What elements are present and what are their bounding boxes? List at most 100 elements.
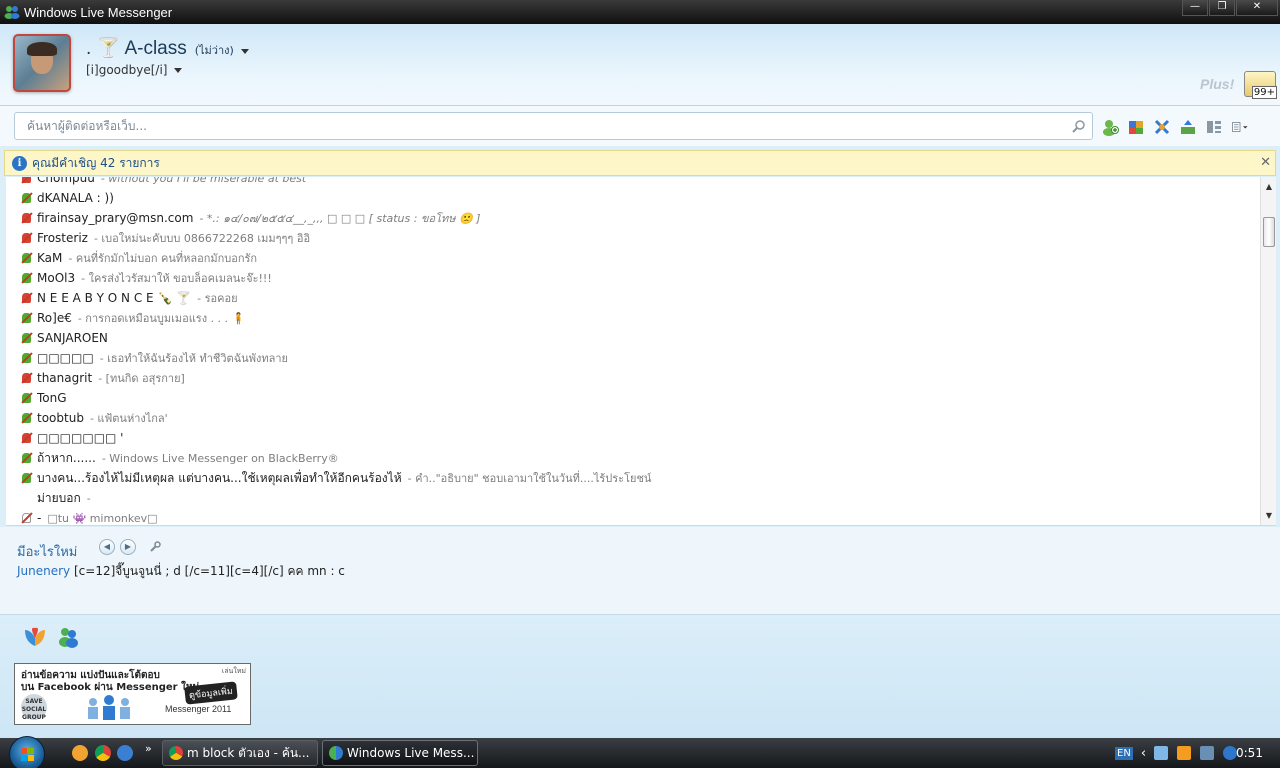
quicklaunch-more-icon[interactable]: » (145, 742, 152, 755)
display-name-row[interactable]: . 🍸 A-class (ไม่ว่าง) (86, 36, 249, 60)
contact-row[interactable]: ม่ายบอก - (6, 488, 1260, 508)
contact-row[interactable]: MoOl3 - ใครส่งไวรัสมาให้ ขอบล็อคเมลนะจ๊ะ!… (6, 268, 1260, 288)
presence-busy-icon (20, 291, 33, 305)
share-icon[interactable] (1179, 118, 1197, 136)
contact-message: - รอคอย (197, 292, 238, 305)
scroll-thumb[interactable] (1263, 217, 1275, 247)
minimize-button[interactable]: — (1182, 0, 1208, 16)
contact-row[interactable]: Ro]e€ - การกอดเหมือนบูมเมอแรง . . . 🧍 (6, 308, 1260, 328)
contact-scrollbar[interactable]: ▲ ▼ (1260, 177, 1276, 525)
window-controls: — ❐ ✕ (1181, 0, 1278, 16)
contact-row[interactable]: ถ้าหาก...... - Windows Live Messenger on … (6, 448, 1260, 468)
maximize-button[interactable]: ❐ (1209, 0, 1235, 16)
notification-text[interactable]: คุณมีคำเชิญ 42 รายการ (32, 154, 160, 173)
games-icon[interactable] (1127, 118, 1145, 136)
tray-expand-icon[interactable]: ‹ (1141, 746, 1146, 761)
messenger-icon (329, 746, 343, 760)
avatar[interactable] (13, 34, 71, 92)
plus-logo[interactable]: Plus! (1200, 76, 1234, 92)
contact-row[interactable]: thanagrit - [ทนกิด อสุรกาย] (6, 368, 1260, 388)
layout-icon[interactable] (1205, 118, 1223, 136)
notification-close-icon[interactable]: ✕ (1260, 155, 1271, 170)
presence-busy-icon (20, 371, 33, 385)
contact-row[interactable]: firainsay_prary@msn.com - *.: ๑๔/๐๗/๒๕๕๔_… (6, 208, 1260, 228)
quicklaunch-ie-icon[interactable] (117, 745, 133, 761)
taskbar-item-messenger[interactable]: Windows Live Mess... (322, 740, 478, 766)
quicklaunch-avast-icon[interactable] (72, 745, 88, 761)
ad-banner[interactable]: เล่นใหม่ อ่านข้อความ แบ่งปันและโต้ตอบ บน… (14, 663, 251, 725)
download-icon[interactable] (1223, 746, 1238, 760)
contact-name: □□□□□ (37, 351, 94, 365)
language-indicator[interactable]: EN (1115, 746, 1133, 760)
personal-message-dropdown-icon[interactable] (174, 67, 183, 73)
contact-message: - การกอดเหมือนบูมเมอแรง . . . 🧍 (77, 312, 246, 325)
close-button[interactable]: ✕ (1236, 0, 1278, 16)
ad-save-badge: SAVE SOCIAL GROUP (21, 694, 47, 721)
clock[interactable]: 0:51 (1236, 746, 1263, 760)
messenger-people-icon[interactable] (57, 626, 79, 648)
msn-butterfly-icon[interactable] (23, 626, 47, 648)
contact-row[interactable]: - □tu 👾 mimonkev□ (6, 508, 1260, 525)
contact-message: - เธอทำให้ฉันร้องไห้ ทำชีวิตฉันพังทลาย (99, 352, 288, 365)
presence-online-icon (20, 251, 33, 265)
contact-message: - *.: ๑๔/๐๗/๒๕๕๔__,_,,, □ □ □ [ status :… (199, 212, 481, 225)
contact-message: - แฟ้ตนห่างไกล' (89, 412, 168, 425)
ad-cta-button[interactable]: ดูข้อมูลเพิ่ม (184, 681, 238, 705)
ad-brand: Messenger 2011 (165, 704, 232, 714)
mail-icon[interactable]: 99+ (1244, 71, 1277, 99)
contact-message: - คนที่รักมักไม่บอก คนที่หลอกมักบอกรัก (68, 252, 258, 265)
contact-row[interactable]: N E E A B Y O N C E 🍾 🍸 - รอคอย (6, 288, 1260, 308)
contact-row[interactable]: dKANALA : )) (6, 188, 1260, 208)
contact-row[interactable]: □□□□□ - เธอทำให้ฉันร้องไห้ ทำชีวิตฉันพังท… (6, 348, 1260, 368)
personal-message: [i]goodbye[/i] (86, 63, 168, 77)
presence-busy-icon (20, 231, 33, 245)
contact-row[interactable]: SANJAROEN (6, 328, 1260, 348)
contact-row[interactable]: toobtub - แฟ้ตนห่างไกล' (6, 408, 1260, 428)
mail-count-badge: 99+ (1251, 86, 1277, 99)
activities-icon[interactable] (1153, 118, 1171, 136)
start-button[interactable] (9, 736, 45, 768)
profile-header: . 🍸 A-class (ไม่ว่าง) [i]goodbye[/i] Plu… (0, 24, 1280, 106)
contact-name: MoOl3 (37, 271, 76, 285)
contact-name: dKANALA : )) (37, 191, 114, 205)
contact-message: - [ทนกิด อสุรกาย] (98, 372, 185, 385)
contact-name: toobtub (37, 411, 84, 425)
contact-name: KaM (37, 251, 63, 265)
invitation-notification[interactable]: i คุณมีคำเชิญ 42 รายการ ✕ (4, 150, 1276, 176)
contact-name: ถ้าหาก...... (37, 450, 96, 465)
contact-message: - Windows Live Messenger on BlackBerry® (101, 451, 339, 465)
whats-new-next-button[interactable]: ▶ (120, 539, 136, 555)
status-dropdown-icon[interactable] (240, 49, 249, 54)
contact-row[interactable]: บางคน...ร้องไห้ไม่มีเหตุผล แต่บางคน...ใช… (6, 468, 1260, 488)
search-box (14, 112, 1093, 140)
contact-name: Ro]e€ (37, 311, 72, 325)
network-icon[interactable] (1154, 746, 1169, 760)
contact-row[interactable]: TonG (6, 388, 1260, 408)
media-icon[interactable] (1177, 746, 1192, 760)
presence-busy-icon (20, 211, 33, 225)
contact-row[interactable]: KaM - คนที่รักมักไม่บอก คนที่หลอกมักบอกรั… (6, 248, 1260, 268)
contact-row[interactable]: Frosteriz - เบอใหม่นะคับบบ 0866722268 เมม… (6, 228, 1260, 248)
search-icon[interactable] (1072, 119, 1086, 133)
ad-headline-2: บน Facebook ผ่าน Messenger ใหม่ (21, 682, 200, 693)
whats-new-prev-button[interactable]: ◀ (99, 539, 115, 555)
search-bar (0, 106, 1280, 146)
search-input[interactable] (15, 113, 1045, 139)
quicklaunch-chrome-icon[interactable] (95, 745, 111, 761)
contact-name: N E E A B Y O N C E 🍾 🍸 (37, 291, 192, 305)
usb-icon[interactable] (1200, 746, 1215, 760)
taskbar: » m block ตัวเอง - ค้น... Windows Live M… (0, 736, 1280, 768)
wrench-icon[interactable] (149, 541, 161, 553)
add-contact-icon[interactable] (1101, 118, 1119, 136)
scroll-up-icon[interactable]: ▲ (1261, 179, 1276, 195)
contact-message: - เบอใหม่นะคับบบ 0866722268 เมมๆๆๆ อิอิ (93, 232, 311, 245)
taskbar-item-chrome[interactable]: m block ตัวเอง - ค้น... (162, 740, 318, 766)
contact-row[interactable]: □□□□□□□ ' (6, 428, 1260, 448)
bottom-area: เล่นใหม่ อ่านข้อความ แบ่งปันและโต้ตอบ บน… (0, 616, 1280, 738)
personal-message-row[interactable]: [i]goodbye[/i] (86, 63, 183, 77)
whats-new-author[interactable]: Junenery (17, 564, 70, 578)
contact-row[interactable]: Chompuu - without you I'll be miserable a… (6, 177, 1260, 188)
options-menu-icon[interactable] (1231, 118, 1249, 136)
presence-online-icon (20, 311, 33, 325)
scroll-down-icon[interactable]: ▼ (1261, 508, 1276, 524)
